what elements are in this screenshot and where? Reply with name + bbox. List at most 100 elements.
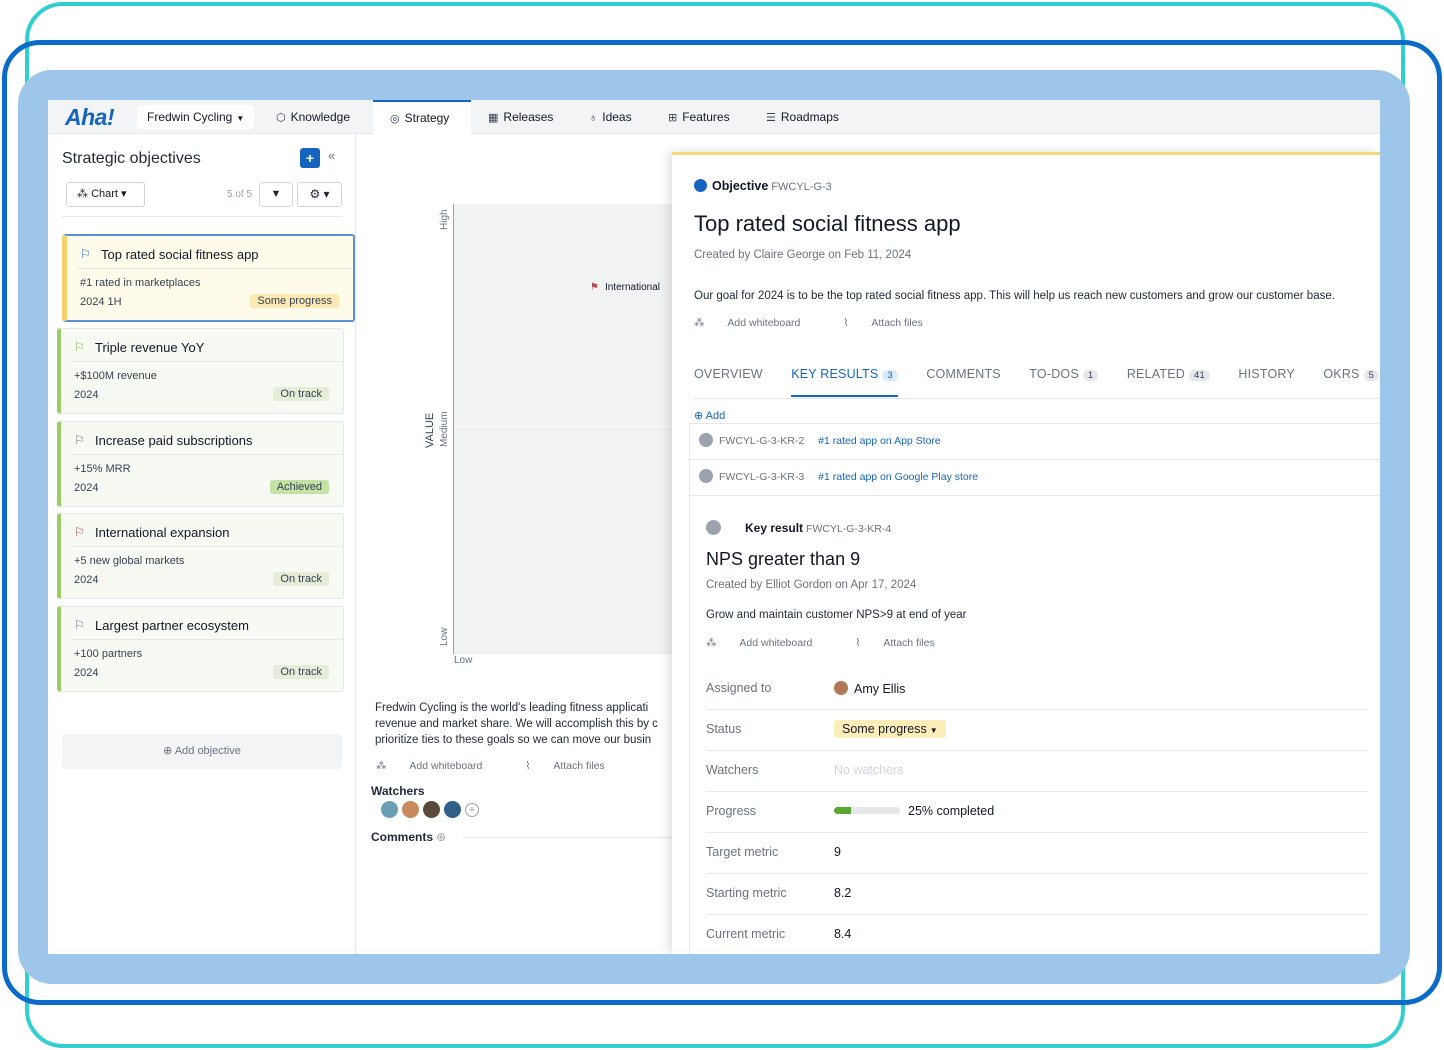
add-watcher-icon[interactable]: + [465, 802, 479, 817]
avatar[interactable] [402, 801, 419, 819]
tab-count-badge: 5 [1363, 370, 1380, 381]
objective-period: 2024 1H [80, 296, 122, 308]
key-result-row[interactable]: FWCYL-G-3-KR-3 #1 rated app on Google Pla… [689, 459, 1380, 495]
nav-tab-features[interactable]: ⊞ Features [668, 100, 730, 134]
objective-title: Triple revenue YoY [95, 340, 205, 355]
view-selector-button[interactable]: ⁂ Chart ▾ [66, 182, 145, 207]
target-metric-value[interactable]: 9 [834, 845, 841, 859]
add-objective-icon-button[interactable]: + [300, 148, 320, 168]
objective-card[interactable]: ⚐ Top rated social fitness app #1 rated … [62, 234, 355, 322]
add-objective-button[interactable]: ⊕ Add objective [62, 734, 342, 769]
nav-tab-roadmaps[interactable]: ☰ Roadmaps [766, 100, 839, 134]
objective-metric: #1 rated in marketplaces [80, 277, 201, 289]
lightbulb-icon: ♁ [589, 112, 598, 124]
status-badge: Achieved [269, 480, 329, 494]
key-result-link[interactable]: #1 rated app on Google Play store [818, 471, 978, 483]
avatar[interactable] [423, 801, 440, 819]
field-label: Assigned to [706, 681, 772, 695]
tab-count-badge: 41 [1188, 370, 1210, 381]
objective-card[interactable]: ⚐ Triple revenue YoY +$100M revenue 2024… [57, 328, 344, 414]
field-current-metric: Current metric 8.4 [706, 915, 1368, 954]
status-value: Some progress [842, 722, 927, 736]
divider [71, 361, 343, 362]
key-result-description[interactable]: Grow and maintain customer NPS>9 at end … [706, 609, 966, 621]
tab-overview[interactable]: OVERVIEW [694, 367, 763, 381]
flag-icon: ⚑ [590, 282, 599, 293]
link-label: Add whiteboard [409, 760, 483, 772]
tab-history[interactable]: HISTORY [1238, 367, 1295, 381]
divider [462, 837, 672, 838]
add-whiteboard-link[interactable]: ⁂ Add whiteboard [376, 760, 502, 772]
key-result-row[interactable]: FWCYL-G-3-KR-2 #1 rated app on App Store [689, 423, 1380, 459]
objective-description[interactable]: Our goal for 2024 is to be the top rated… [694, 290, 1335, 302]
add-comment-icon[interactable]: ⊕ [436, 830, 446, 844]
tab-okrs[interactable]: OKRS 5 [1323, 367, 1380, 381]
objective-card[interactable]: ⚐ Largest partner ecosystem +100 partner… [57, 606, 344, 692]
aha-logo[interactable]: Aha! [65, 104, 115, 131]
tab-related[interactable]: RELATED 41 [1127, 367, 1210, 381]
gear-icon[interactable]: ⚙ ▾ [297, 182, 342, 207]
caret-down-icon: ▼ [929, 726, 938, 735]
progress-value[interactable]: 25% completed [834, 804, 994, 818]
attach-files-link[interactable]: ⌇ Attach files [525, 760, 624, 772]
nav-tab-knowledge[interactable]: ⬡ Knowledge [276, 100, 350, 134]
divider [77, 268, 353, 269]
collapse-icon[interactable]: « [328, 148, 335, 163]
avatar [834, 681, 848, 695]
objective-title: Largest partner ecosystem [95, 618, 249, 633]
assignee-value[interactable]: Amy Ellis [834, 681, 905, 696]
link-label: Attach files [553, 760, 605, 772]
record-code[interactable]: FWCYL-G-3 [771, 181, 832, 193]
nav-tab-strategy[interactable]: ◎ Strategy [373, 100, 471, 134]
divider [62, 216, 342, 217]
tab-label: HISTORY [1238, 367, 1295, 381]
nav-tab-label: Ideas [602, 110, 632, 124]
record-code[interactable]: FWCYL-G-3-KR-4 [806, 523, 891, 535]
objective-period: 2024 [74, 667, 99, 679]
nav-tab-label: Features [682, 110, 730, 124]
objective-title[interactable]: Top rated social fitness app [694, 211, 961, 237]
objective-count: 5 of 5 [227, 189, 253, 200]
starting-metric-value[interactable]: 8.2 [834, 886, 851, 900]
caret-down-icon: ▼ [236, 114, 245, 123]
watchers-value[interactable]: No watchers [834, 763, 903, 777]
assignee-name: Amy Ellis [854, 682, 906, 696]
key-result-link[interactable]: #1 rated app on App Store [818, 435, 941, 447]
current-metric-value[interactable]: 8.4 [834, 927, 851, 941]
filter-icon[interactable]: ▼ [259, 182, 293, 207]
nav-tab-releases[interactable]: ▦ Releases [488, 100, 553, 134]
add-whiteboard-link[interactable]: ⁂ Add whiteboard [694, 317, 820, 329]
avatar[interactable] [381, 801, 398, 819]
key-result-title[interactable]: NPS greater than 9 [706, 549, 860, 570]
field-label: Watchers [706, 763, 759, 777]
objective-card[interactable]: ⚐ Increase paid subscriptions +15% MRR 2… [57, 421, 344, 507]
nav-tab-ideas[interactable]: ♁ Ideas [589, 100, 632, 134]
tab-key-results[interactable]: KEY RESULTS 3 [791, 367, 898, 397]
status-dropdown[interactable]: Some progress ▼ [834, 720, 946, 738]
attach-files-link[interactable]: ⌇ Attach files [843, 317, 942, 329]
created-by: Created by Elliot Gordon on Apr 17, 2024 [706, 579, 917, 591]
view-selector-label: Chart [91, 188, 118, 200]
tab-todos[interactable]: TO-DOS 1 [1029, 367, 1099, 381]
link-label: Add whiteboard [739, 637, 813, 649]
app-window: Aha! Fredwin Cycling ▼ ⬡ Knowledge ◎ Strate… [48, 100, 1380, 954]
tab-comments[interactable]: COMMENTS [926, 367, 1001, 381]
field-label: Target metric [706, 845, 779, 859]
objective-card[interactable]: ⚐ International expansion +5 new global … [57, 513, 344, 599]
objective-title: International expansion [95, 525, 230, 540]
calendar-icon: ▦ [488, 112, 499, 124]
flag-icon: ⚐ [74, 340, 85, 354]
description-line: prioritize ties to these goals so we can… [375, 734, 652, 746]
avatar[interactable] [444, 801, 461, 819]
add-whiteboard-link[interactable]: ⁂ Add whiteboard [706, 637, 832, 649]
chart-point-international[interactable]: ⚑ International [590, 282, 660, 293]
status-badge: On track [273, 387, 329, 401]
workspace-selector[interactable]: Fredwin Cycling ▼ [137, 105, 255, 129]
progress-text: 25% completed [908, 804, 995, 818]
sidebar-title: Strategic objectives [62, 150, 201, 167]
roadmap-icon: ☰ [766, 112, 776, 124]
attach-files-link[interactable]: ⌇ Attach files [855, 637, 954, 649]
add-key-result-button[interactable]: ⊕ Add [694, 409, 725, 422]
nav-tab-label: Releases [503, 110, 554, 124]
workspace-description: Fredwin Cycling is the world's leading f… [375, 700, 672, 748]
